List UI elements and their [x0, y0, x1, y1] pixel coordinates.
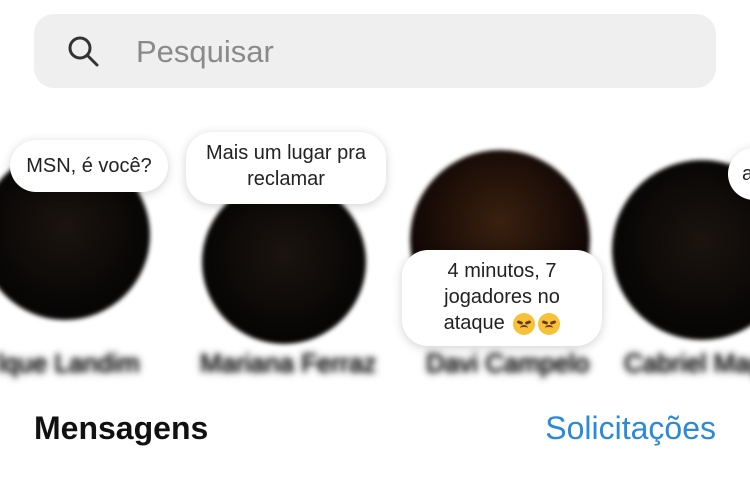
contact-name: Cabriel Mag: [624, 348, 750, 378]
contact-name: lque Landim: [0, 348, 140, 378]
note-bubble[interactable]: Mais um lugar pra reclamar: [186, 132, 386, 204]
avatar[interactable]: [202, 180, 366, 344]
search-input[interactable]: [134, 28, 678, 76]
requests-link[interactable]: Solicitações: [545, 410, 716, 447]
avatar[interactable]: [612, 160, 750, 340]
search-icon: [68, 36, 99, 67]
contact-name: Davi Campelo: [426, 348, 590, 378]
note-bubble[interactable]: 4 minutos, 7 jogadores no ataque: [402, 250, 602, 346]
note-bubble[interactable]: MSN, é você?: [10, 140, 168, 192]
search-bar[interactable]: [34, 14, 716, 88]
notes-row: MSN, é você? lque Landim Mais um lugar p…: [0, 120, 750, 400]
note-text: MSN, é você?: [26, 155, 152, 177]
note-text: a: [742, 163, 750, 185]
disappointed-face-icon: [513, 312, 536, 335]
contact-name: Mariana Ferraz: [200, 348, 377, 378]
disappointed-face-icon: [538, 312, 561, 335]
messages-title: Mensagens: [34, 410, 209, 446]
note-text: Mais um lugar pra reclamar: [205, 142, 367, 190]
